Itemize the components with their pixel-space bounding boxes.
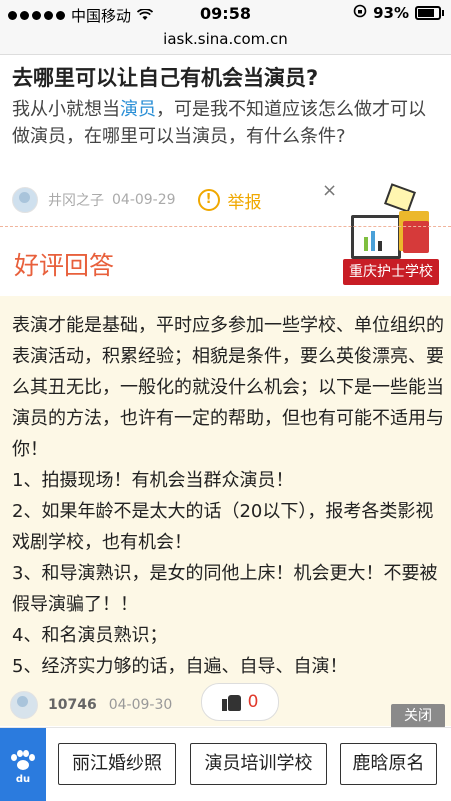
note-icon [384, 183, 416, 213]
question-title: 去哪里可以让自己有机会当演员? [12, 66, 319, 90]
answer-paragraph: 5、经济实力够的话，自遍、自导、自演！ [12, 656, 348, 677]
asker-avatar[interactable] [12, 187, 38, 213]
logo-text: du [15, 774, 31, 785]
answer-paragraph: 2、如果年龄不是太大的话（20以下），报考各类影视戏剧学校，也有机会！ [12, 501, 434, 553]
school-ad[interactable]: 重庆护士学校 [343, 183, 443, 291]
report-label: 举报 [227, 192, 262, 213]
question-keyword-link[interactable]: 演员 [120, 99, 156, 120]
thumbs-up-icon [221, 693, 242, 711]
search-tag-1[interactable]: 丽江婚纱照 [58, 743, 176, 785]
like-count: 0 [247, 692, 259, 712]
question-body: 我从小就想当演员，可是我不知道应该怎么做才可以做演员，在哪里可以当演员，有什么条… [12, 96, 440, 150]
answer-paragraph: 4、和名演员熟识； [12, 625, 168, 646]
asker-name[interactable]: 井冈之子 [48, 190, 104, 210]
like-button[interactable]: 0 [201, 683, 279, 721]
url-bar[interactable]: iask.sina.com.cn [0, 28, 451, 55]
status-bar: 中国移动 09:58 93% [0, 0, 451, 28]
close-ad-button[interactable]: 关闭 [391, 704, 445, 728]
answer-paragraph: 3、和导演熟识，是女的同他上床！机会更大！不要被假导演骗了！！ [12, 563, 438, 615]
warning-icon: ! [197, 189, 220, 211]
search-tag-3[interactable]: 鹿晗原名 [340, 743, 437, 785]
answer-paragraph: 1、拍摄现场！有机会当群众演员！ [12, 470, 294, 491]
answer-meta: 10746 04-09-30 [10, 691, 172, 719]
question-date: 04-09-29 [112, 192, 176, 208]
question-body-text: 我从小就想当 [12, 99, 120, 120]
answerer-name[interactable]: 10746 [48, 697, 97, 713]
question-meta: 井冈之子 04-09-29 ! 举报 [12, 186, 312, 214]
paw-icon [11, 750, 35, 772]
divider [0, 226, 451, 227]
answer-paragraph: 表演才能是基础，平时应多参加一些学校、单位组织的表演活动，积累经验；相貌是条件，… [12, 315, 444, 460]
ad-banner-text[interactable]: 重庆护士学校 [343, 259, 439, 285]
answer-date: 04-09-30 [108, 697, 173, 713]
answerer-avatar[interactable] [10, 691, 38, 719]
ad-close-icon[interactable]: × [322, 180, 337, 201]
report-button[interactable]: ! 举报 [197, 188, 262, 213]
rotation-lock-icon [353, 4, 367, 22]
battery-group: 93% [353, 4, 444, 22]
chart-board-icon [351, 215, 401, 259]
search-tag-2[interactable]: 演员培训学校 [190, 743, 327, 785]
baidu-logo[interactable]: du [0, 728, 46, 801]
battery-icon [415, 6, 444, 20]
battery-percent: 93% [373, 4, 409, 22]
answer-text: 表演才能是基础，平时应多参加一些学校、单位组织的表演活动，积累经验；相貌是条件，… [12, 310, 444, 682]
best-answer-heading: 好评回答 [14, 251, 115, 280]
